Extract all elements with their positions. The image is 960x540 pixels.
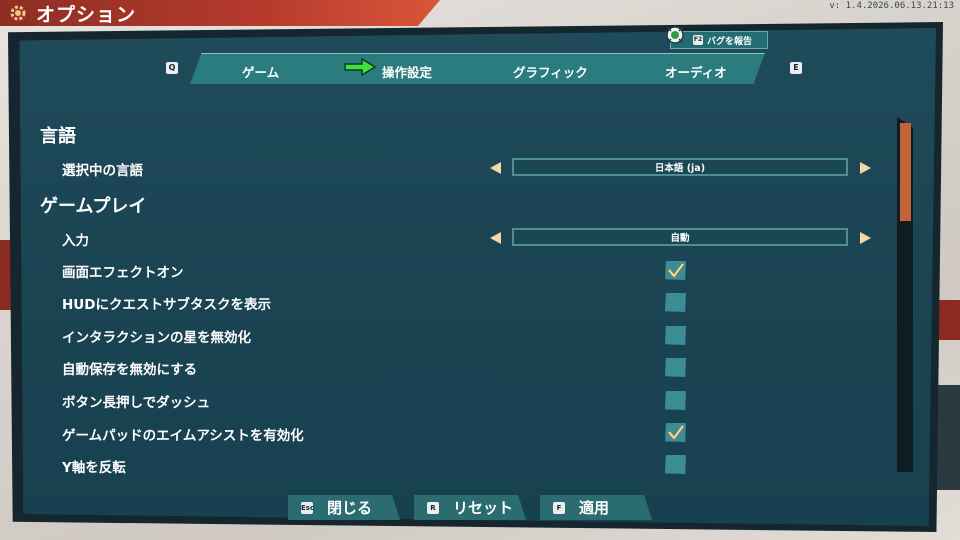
close-label: 閉じる xyxy=(327,499,373,517)
tab-graphics[interactable]: グラフィック xyxy=(513,62,588,81)
title-banner: オプション xyxy=(0,0,440,26)
arrow-right-icon xyxy=(344,58,376,76)
next-tab-key[interactable]: E xyxy=(790,62,802,74)
tab-controls[interactable]: 操作設定 xyxy=(382,62,432,81)
option-screen-effects-label: 画面エフェクトオン xyxy=(62,265,184,281)
language-next-arrow[interactable] xyxy=(860,162,871,174)
option-invert-y-label: Y軸を反転 xyxy=(62,460,126,476)
input-label: 入力 xyxy=(62,233,89,249)
prev-tab-key[interactable]: Q xyxy=(166,62,178,74)
option-interaction-stars-label: インタラクションの星を無効化 xyxy=(62,330,251,346)
section-gameplay-title: ゲームプレイ xyxy=(40,196,147,217)
input-selector[interactable]: 自動 xyxy=(512,228,848,246)
apply-key: F xyxy=(553,501,565,514)
option-autosave-checkbox[interactable] xyxy=(665,358,686,377)
language-prev-arrow[interactable] xyxy=(490,162,501,174)
scrollbar-thumb[interactable] xyxy=(900,123,911,221)
bug-report-label: バグを報告 xyxy=(707,36,753,47)
option-hud-subtask-label: HUDにクエストサブタスクを表示 xyxy=(62,297,271,313)
close-key: Esc xyxy=(301,501,315,514)
option-screen-effects-checkbox[interactable] xyxy=(665,261,686,280)
tab-audio[interactable]: オーディオ xyxy=(665,62,727,81)
page-title: オプション xyxy=(36,3,137,26)
section-language-title: 言語 xyxy=(40,126,76,147)
option-autosave-label: 自動保存を無効にする xyxy=(62,362,198,378)
bug-icon xyxy=(666,26,684,44)
checkmark-icon xyxy=(668,263,685,278)
bug-report-key: F2 xyxy=(693,35,703,45)
reset-label: リセット xyxy=(453,499,514,517)
option-hud-subtask-checkbox[interactable] xyxy=(665,293,686,312)
input-next-arrow[interactable] xyxy=(860,232,871,244)
option-aim-assist-checkbox[interactable] xyxy=(665,423,686,442)
scenery-sign-right xyxy=(936,385,960,490)
tab-bar: ゲーム 操作設定 グラフィック オーディオ xyxy=(190,53,765,84)
current-language-label: 選択中の言語 xyxy=(62,163,143,179)
option-invert-y-checkbox[interactable] xyxy=(665,455,686,474)
option-aim-assist-label: ゲームパッドのエイムアシストを有効化 xyxy=(62,428,304,444)
version-label: v: 1.4.2026.06.13.21:13 xyxy=(829,1,954,11)
apply-button[interactable]: F 適用 xyxy=(540,495,652,520)
option-hold-dash-label: ボタン長押しでダッシュ xyxy=(62,395,211,411)
input-value: 自動 xyxy=(670,233,690,244)
option-hold-dash-checkbox[interactable] xyxy=(665,391,686,410)
gear-icon xyxy=(10,5,26,21)
reset-key: R xyxy=(427,501,439,514)
tab-game[interactable]: ゲーム xyxy=(242,62,279,81)
checkmark-icon xyxy=(668,425,685,440)
input-prev-arrow[interactable] xyxy=(490,232,501,244)
language-selector[interactable]: 日本語 (ja) xyxy=(512,158,848,176)
scenery-roof-right xyxy=(938,300,960,340)
close-button[interactable]: Esc 閉じる xyxy=(288,495,400,520)
apply-label: 適用 xyxy=(579,499,610,517)
reset-button[interactable]: R リセット xyxy=(414,495,526,520)
option-interaction-stars-checkbox[interactable] xyxy=(665,326,686,345)
language-value: 日本語 (ja) xyxy=(654,163,706,174)
